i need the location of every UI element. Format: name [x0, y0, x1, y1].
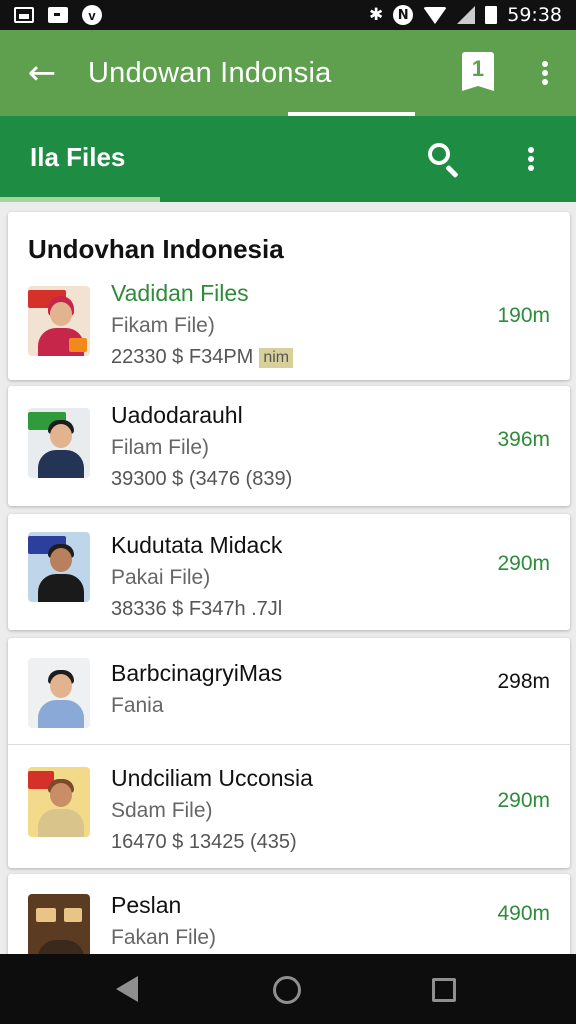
- signal-icon: [457, 6, 476, 24]
- more-vert-icon: [528, 147, 534, 153]
- item-size: 290m: [497, 789, 550, 812]
- nav-back-icon[interactable]: [116, 976, 138, 1002]
- item-size: 396m: [497, 428, 550, 451]
- arrow-left-icon: ←: [27, 53, 57, 93]
- gallery-icon: [14, 7, 34, 23]
- item-subtitle: Pakai File): [111, 566, 211, 589]
- item-size: 490m: [497, 902, 550, 925]
- item-subtitle: Fania: [111, 694, 164, 717]
- item-title: Undciliam Ucconsia: [111, 765, 313, 791]
- item-subtitle: Sdam File): [111, 799, 213, 822]
- search-icon: [428, 143, 450, 165]
- item-thumbnail: [28, 658, 90, 728]
- tab-files[interactable]: Ila Files: [30, 142, 125, 173]
- item-title: Uadodarauhl: [111, 402, 243, 428]
- item-thumbnail: [28, 894, 90, 954]
- bookmark-button[interactable]: 1: [462, 52, 502, 92]
- bluetooth-icon: ✱: [368, 5, 384, 25]
- item-thumbnail: [28, 408, 90, 478]
- back-button[interactable]: ←: [14, 45, 70, 101]
- list-item[interactable]: Undciliam Ucconsia Sdam File) 16470 $ 13…: [8, 745, 570, 868]
- item-thumbnail: [28, 767, 90, 837]
- tab-bar: Ila Files: [0, 116, 576, 202]
- nav-recents-icon[interactable]: [432, 978, 456, 1002]
- item-title: Peslan: [111, 892, 182, 918]
- item-thumbnail: [28, 532, 90, 602]
- system-nav-bar: [0, 954, 576, 1024]
- overflow-menu-button[interactable]: [535, 56, 555, 90]
- search-button[interactable]: [424, 140, 464, 180]
- book-icon: 1: [462, 52, 494, 91]
- app-title: Undowan Indonsia: [88, 56, 332, 89]
- tab-overflow-button[interactable]: [521, 142, 541, 176]
- item-subtitle: Fakan File): [111, 926, 217, 949]
- more-vert-icon: [542, 61, 548, 67]
- status-bar: v ✱ N 59:38: [0, 0, 576, 30]
- item-meta: 16470 $ 13425 (435): [111, 831, 297, 853]
- book-number: 1: [471, 56, 485, 81]
- list-item[interactable]: Kudutata Midack Pakai File) 38336 $ F347…: [8, 514, 570, 630]
- list-item[interactable]: BarbcinagryiMas Fania 298m: [8, 638, 570, 744]
- item-title: Kudutata Midack: [111, 532, 283, 558]
- item-size: 290m: [497, 552, 550, 575]
- item-meta: 39300 $ (3476 (839): [111, 468, 293, 490]
- item-size: 190m: [497, 304, 550, 327]
- item-size: 298m: [497, 670, 550, 693]
- nav-home-icon[interactable]: [273, 976, 301, 1004]
- item-subtitle: Fikam File): [111, 314, 215, 337]
- item-badge: nim: [259, 347, 294, 368]
- item-title: BarbcinagryiMas: [111, 660, 283, 686]
- item-title: Vadidan Files: [111, 280, 249, 306]
- clock: 59:38: [507, 4, 562, 26]
- item-meta: 22330 $ F34PM nim: [111, 346, 294, 369]
- wifi-icon: [423, 6, 448, 24]
- list-item[interactable]: Uadodarauhl Filam File) 39300 $ (3476 (8…: [8, 386, 570, 506]
- list-item[interactable]: Vadidan Files Fikam File) 22330 $ F34PM n…: [8, 280, 570, 372]
- item-subtitle: Filam File): [111, 436, 209, 459]
- item-meta: 38336 $ F347h .7Jl: [111, 598, 283, 620]
- message-icon: [48, 7, 68, 23]
- vodafone-icon: v: [82, 5, 102, 25]
- nfc-icon: N: [393, 5, 414, 25]
- file-list: Undovhan Indonesia Vadidan Files Fikam F…: [0, 202, 576, 954]
- battery-icon: [485, 6, 498, 24]
- section-title: Undovhan Indonesia: [28, 234, 284, 264]
- section-card: Undovhan Indonesia Vadidan Files Fikam F…: [8, 212, 570, 380]
- list-item[interactable]: Peslan Fakan File) 490m: [8, 874, 570, 954]
- list-group-card: BarbcinagryiMas Fania 298m Undciliam Ucc…: [8, 638, 570, 868]
- app-bar: ← Undowan Indonsia 1: [0, 30, 576, 116]
- item-thumbnail: [28, 286, 90, 356]
